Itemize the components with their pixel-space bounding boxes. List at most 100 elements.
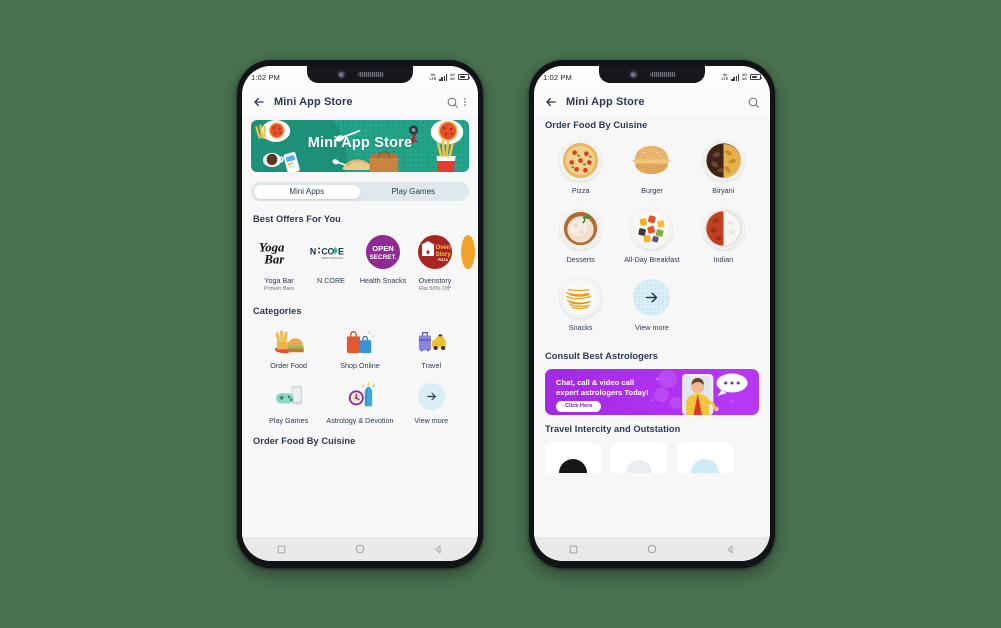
travel-card-2[interactable] <box>611 442 667 473</box>
offer-item-health-snacks[interactable]: OPEN SECRET. Health Snacks <box>357 233 409 286</box>
cuisine-item-all-day-breakfast[interactable]: All-Day Breakfast <box>616 207 687 265</box>
astrologer-banner-text: Chat, call & video call expert astrologe… <box>556 378 649 399</box>
cuisine-label: View more <box>635 323 669 332</box>
section-heading-categories: Categories <box>253 306 302 316</box>
cuisine-item-indian[interactable]: Indian <box>688 207 759 265</box>
food-tray-icon <box>253 324 324 358</box>
volte-icon: Vo LTE <box>721 73 729 81</box>
svg-text:E: E <box>338 247 344 257</box>
open-secret-logo-icon: OPEN SECRET. <box>357 233 409 271</box>
offer-subtitle: Protein Bars <box>263 286 295 292</box>
app-bar-actions <box>446 96 468 109</box>
offer-subtitle: Flat 50% Off* <box>418 286 452 292</box>
categories-grid[interactable]: Order Food Shop Online Travel Play Games… <box>253 324 467 434</box>
astrologer-banner[interactable]: ✦✧✦ ✧·· <box>545 368 759 415</box>
banner-line-1: Chat, call & video call <box>556 377 635 387</box>
category-shop-online[interactable]: Shop Online <box>324 324 395 370</box>
click-here-button[interactable]: Click Here <box>556 400 602 412</box>
travel-card-1[interactable] <box>545 442 601 473</box>
cuisine-label: Pizza <box>571 186 590 195</box>
phone-device-right: 1:02 PM Vo LTE 4G 3G Mini App Store Orde… <box>529 60 775 568</box>
app-bar-right: Mini App Store <box>534 88 770 116</box>
indian-food-image <box>688 207 759 251</box>
scroll-body-right[interactable]: Order Food By Cuisine Pizza Burger Birya… <box>534 116 770 537</box>
view-more-arrow-wrap <box>396 379 467 413</box>
section-heading-best-offers: Best Offers For You <box>253 214 341 224</box>
svg-text:N: N <box>310 247 316 257</box>
battery-icon <box>750 74 763 80</box>
back-triangle-icon[interactable] <box>726 545 735 554</box>
travel-icon-3 <box>691 458 719 473</box>
category-astrology-devotion[interactable]: Astrology & Devotion <box>324 379 395 425</box>
recents-square-icon[interactable] <box>569 545 578 554</box>
cuisine-item-snacks[interactable]: Snacks <box>545 275 616 333</box>
tab-bar: Mini Apps Play Games <box>251 182 469 201</box>
offers-row[interactable]: Yoga Bar Yoga Bar Protein Bars N C O E P… <box>253 233 475 293</box>
cuisine-item-pizza[interactable]: Pizza <box>545 138 616 196</box>
category-play-games[interactable]: Play Games <box>253 379 324 425</box>
offer-item-yoga-bar[interactable]: Yoga Bar Yoga Bar Protein Bars <box>253 233 305 293</box>
scroll-body-left[interactable]: Mini App Store Mini Apps Play Games Best… <box>242 116 478 537</box>
n-core-logo-icon: N C O E PERFORMANCE <box>305 233 357 271</box>
gamepad-icon <box>253 379 324 413</box>
tab-play-games[interactable]: Play Games <box>360 185 467 199</box>
svg-text:✧: ✧ <box>650 398 654 404</box>
cuisine-label: Biryani <box>712 186 735 195</box>
snacks-image <box>545 275 616 319</box>
section-heading-consult-astrologers: Consult Best Astrologers <box>545 350 658 361</box>
offer-item-n-core[interactable]: N C O E PERFORMANCE N CORE <box>305 233 357 286</box>
signal-bars-icon <box>439 73 447 81</box>
shopping-bags-icon <box>324 324 395 358</box>
ovenstory-logo-icon: Oven Story PIZZA <box>409 233 461 271</box>
offer-item-ovenstory[interactable]: Oven Story PIZZA Ovenstory Flat 50% Off* <box>409 233 461 293</box>
arrow-left-icon[interactable] <box>252 95 266 109</box>
travel-row-partial[interactable] <box>545 442 759 473</box>
search-icon[interactable] <box>747 96 760 109</box>
volte-icon: Vo LTE <box>429 73 437 81</box>
cuisine-grid[interactable]: Pizza Burger Biryani Desserts All-Day Br… <box>545 138 759 344</box>
offer-item-next-partial[interactable] <box>461 233 475 271</box>
offer-name: Ovenstory <box>418 276 452 285</box>
screenshot-canvas: 1:02 PM Vo LTE 4G 3G Mini App Store Mini… <box>0 0 1001 628</box>
earpiece-speaker-icon <box>357 72 384 77</box>
travel-card-3[interactable] <box>677 442 733 473</box>
home-circle-icon[interactable] <box>355 544 365 554</box>
astrology-icon <box>324 379 395 413</box>
cuisine-item-view-more[interactable]: View more <box>616 275 687 333</box>
status-indicators: Vo LTE 4G 3G <box>429 73 471 81</box>
section-heading-order-food-by-cuisine: Order Food By Cuisine <box>545 120 648 130</box>
section-heading-travel-intercity: Travel Intercity and Outstation <box>545 423 681 434</box>
back-triangle-icon[interactable] <box>434 545 443 554</box>
cuisine-label: Burger <box>641 186 663 195</box>
hero-banner[interactable]: Mini App Store <box>251 120 469 172</box>
kebab-menu-icon[interactable] <box>462 97 468 107</box>
recents-square-icon[interactable] <box>277 545 286 554</box>
svg-text:OPEN: OPEN <box>372 244 394 253</box>
svg-text:✦: ✦ <box>655 377 659 383</box>
battery-icon <box>458 74 471 80</box>
travel-icon-1 <box>559 458 587 473</box>
cuisine-label: Desserts <box>566 254 595 264</box>
arrow-left-icon[interactable] <box>544 95 558 109</box>
category-view-more[interactable]: View more <box>396 379 467 425</box>
travel-icon-2 <box>626 459 652 473</box>
category-label: Travel <box>421 361 442 370</box>
tab-mini-apps[interactable]: Mini Apps <box>253 184 360 199</box>
svg-text:Bar: Bar <box>263 252 285 266</box>
category-label: Shop Online <box>340 361 380 370</box>
phone-device-left: 1:02 PM Vo LTE 4G 3G Mini App Store Mini… <box>237 60 483 568</box>
cuisine-item-burger[interactable]: Burger <box>616 138 687 196</box>
earpiece-speaker-icon <box>649 72 676 77</box>
arrow-right-icon[interactable] <box>417 382 445 410</box>
cuisine-label: All-Day Breakfast <box>624 254 680 264</box>
home-circle-icon[interactable] <box>647 544 657 554</box>
category-travel[interactable]: Travel <box>396 324 467 370</box>
app-bar-actions <box>747 96 760 109</box>
cuisine-item-desserts[interactable]: Desserts <box>545 207 616 265</box>
cuisine-item-biryani[interactable]: Biryani <box>688 138 759 196</box>
search-icon[interactable] <box>446 96 459 109</box>
svg-text:PIZZA: PIZZA <box>438 258 448 262</box>
arrow-right-icon[interactable] <box>633 278 671 316</box>
dessert-image <box>545 207 616 251</box>
category-order-food[interactable]: Order Food <box>253 324 324 370</box>
